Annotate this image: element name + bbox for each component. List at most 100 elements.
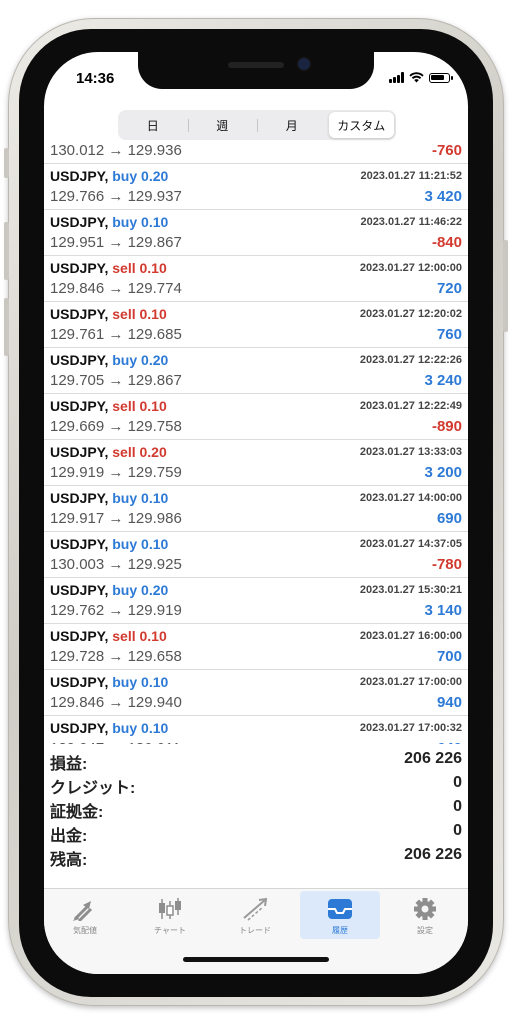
power-button [503, 240, 508, 332]
segment-month[interactable]: 月 [259, 112, 325, 138]
deal-history-list[interactable]: USDJPY, buy 0.20 130.012 → 129.936 -760 USD… [44, 144, 468, 744]
deal-symbol: USDJPY, [50, 720, 109, 736]
gear-icon [414, 898, 436, 920]
deal-profit: 690 [436, 510, 462, 527]
deal-row[interactable]: USDJPY, buy 0.10 130.003 → 129.925 2023.01… [44, 532, 468, 578]
deal-symbol-line: USDJPY, sell 0.10 [50, 628, 167, 644]
deal-row[interactable]: USDJPY, buy 0.20 129.705 → 129.867 2023.01… [44, 348, 468, 394]
deal-row[interactable]: USDJPY, buy 0.10 129.917 → 129.986 2023.01… [44, 486, 468, 532]
summary-value: 0 [453, 774, 462, 791]
deal-symbol: USDJPY, [50, 398, 109, 414]
deal-symbol-line: USDJPY, buy 0.20 [50, 168, 168, 184]
segment-week[interactable]: 週 [190, 112, 258, 138]
close-price: 129.925 [127, 556, 182, 573]
deal-symbol-line: USDJPY, buy 0.10 [50, 720, 168, 736]
tab-quotes[interactable]: 気配値 [45, 891, 125, 939]
deal-prices: 129.728 → 129.658 [50, 648, 182, 665]
deal-direction: buy [112, 352, 138, 368]
open-price: 129.951 [50, 234, 105, 251]
deal-row[interactable]: USDJPY, buy 0.10129.947 → 130.0112023.01… [44, 716, 468, 744]
deal-profit: -840 [431, 234, 462, 251]
close-price: 129.774 [127, 280, 182, 297]
tab-label: トレード [239, 926, 271, 935]
close-price: 129.937 [127, 188, 182, 205]
tab-label: チャート [154, 926, 186, 935]
deal-time: 2023.01.27 12:22:26 [359, 354, 462, 366]
open-price: 129.919 [50, 464, 105, 481]
summary-value: 206 226 [404, 846, 462, 863]
deal-row[interactable]: USDJPY, sell 0.10 129.761 → 129.685 2023.0… [44, 302, 468, 348]
summary-row: 出金: 0 [50, 822, 462, 845]
deal-symbol-line: USDJPY, buy 0.10 [50, 214, 168, 230]
deal-symbol-line: USDJPY, sell 0.10 [50, 306, 167, 322]
open-price: 129.846 [50, 694, 105, 711]
deal-symbol: USDJPY, [50, 214, 109, 230]
deal-row[interactable]: USDJPY, sell 0.20 129.919 → 129.759 2023.0… [44, 440, 468, 486]
tab-history[interactable]: 履歴 [300, 891, 380, 939]
deal-direction: sell [112, 398, 136, 414]
deal-row[interactable]: USDJPY, buy 0.20130.012 → 129.936-760 [44, 144, 468, 164]
tab-chart[interactable]: チャート [130, 891, 210, 939]
deal-symbol-line: USDJPY, buy 0.10 [50, 490, 168, 506]
deal-direction: sell [112, 444, 136, 460]
deal-type: buy 0.20 [112, 168, 168, 184]
deal-time: 2023.01.27 14:00:00 [359, 492, 462, 504]
close-price: 129.867 [127, 372, 182, 389]
deal-profit: -760 [431, 144, 462, 159]
deal-volume: 0.20 [141, 352, 169, 368]
deal-profit: 700 [436, 648, 462, 665]
arrow-right-icon: → [108, 188, 124, 205]
deal-prices: 129.669 → 129.758 [50, 418, 182, 435]
quotes-icon [73, 901, 93, 921]
deal-row[interactable]: USDJPY, sell 0.10 129.846 → 129.774 2023.0… [44, 256, 468, 302]
deal-volume: 0.10 [141, 214, 169, 230]
deal-row[interactable]: USDJPY, sell 0.10 129.669 → 129.758 2023.0… [44, 394, 468, 440]
tab-settings[interactable]: 設定 [385, 891, 465, 939]
deal-volume: 0.10 [141, 720, 169, 736]
deal-symbol: USDJPY, [50, 674, 109, 690]
deal-profit: -780 [431, 556, 462, 573]
deal-symbol-line: USDJPY, buy 0.10 [50, 674, 168, 690]
open-price: 130.003 [50, 556, 105, 573]
deal-row[interactable]: USDJPY, sell 0.10 129.728 → 129.658 2023.0… [44, 624, 468, 670]
deal-row[interactable]: USDJPY, buy 0.10 129.951 → 129.867 2023.01… [44, 210, 468, 256]
arrow-right-icon: → [108, 648, 124, 665]
status-time: 14:36 [76, 70, 115, 87]
segment-custom[interactable]: カスタム [328, 112, 394, 138]
deal-type: buy 0.20 [112, 582, 168, 598]
deal-type: sell 0.20 [112, 444, 167, 460]
trade-icon [243, 897, 268, 921]
deal-row[interactable]: USDJPY, buy 0.10 129.846 → 129.940 2023.01… [44, 670, 468, 716]
summary-row: 証拠金: 0 [50, 798, 462, 821]
summary-row: 損益: 206 226 [50, 750, 462, 773]
close-price: 129.936 [127, 144, 182, 159]
deal-prices: 129.762 → 129.919 [50, 602, 182, 619]
tab-bar: 気配値 チャート トレード 履歴 設定 [44, 888, 468, 974]
close-price: 129.919 [127, 602, 182, 619]
summary-value: 206 226 [404, 750, 462, 767]
open-price: 129.917 [50, 510, 105, 527]
deal-type: buy 0.10 [112, 536, 168, 552]
deal-direction: buy [112, 214, 138, 230]
deal-type: buy 0.10 [112, 674, 168, 690]
deal-row[interactable]: USDJPY, buy 0.20 129.766 → 129.937 2023.01… [44, 164, 468, 210]
deal-prices: 129.846 → 129.940 [50, 694, 182, 711]
open-price: 129.846 [50, 280, 105, 297]
deal-volume: 0.10 [139, 306, 167, 322]
segment-day[interactable]: 日 [120, 112, 188, 138]
deal-type: sell 0.10 [112, 628, 167, 644]
cellular-signal-icon [389, 72, 404, 83]
deal-type: sell 0.10 [112, 306, 167, 322]
silent-switch [4, 148, 9, 178]
deal-symbol: USDJPY, [50, 306, 109, 322]
summary-label: 証拠金: [50, 804, 104, 821]
open-price: 129.761 [50, 326, 105, 343]
summary-row: クレジット: 0 [50, 774, 462, 797]
battery-icon [429, 72, 453, 83]
close-price: 129.758 [127, 418, 182, 435]
deal-row[interactable]: USDJPY, buy 0.20 129.762 → 129.919 2023.01… [44, 578, 468, 624]
tab-trade[interactable]: トレード [215, 891, 295, 939]
deal-direction: buy [112, 490, 138, 506]
volume-down-button [4, 298, 9, 356]
deal-symbol-line: USDJPY, buy 0.10 [50, 536, 168, 552]
